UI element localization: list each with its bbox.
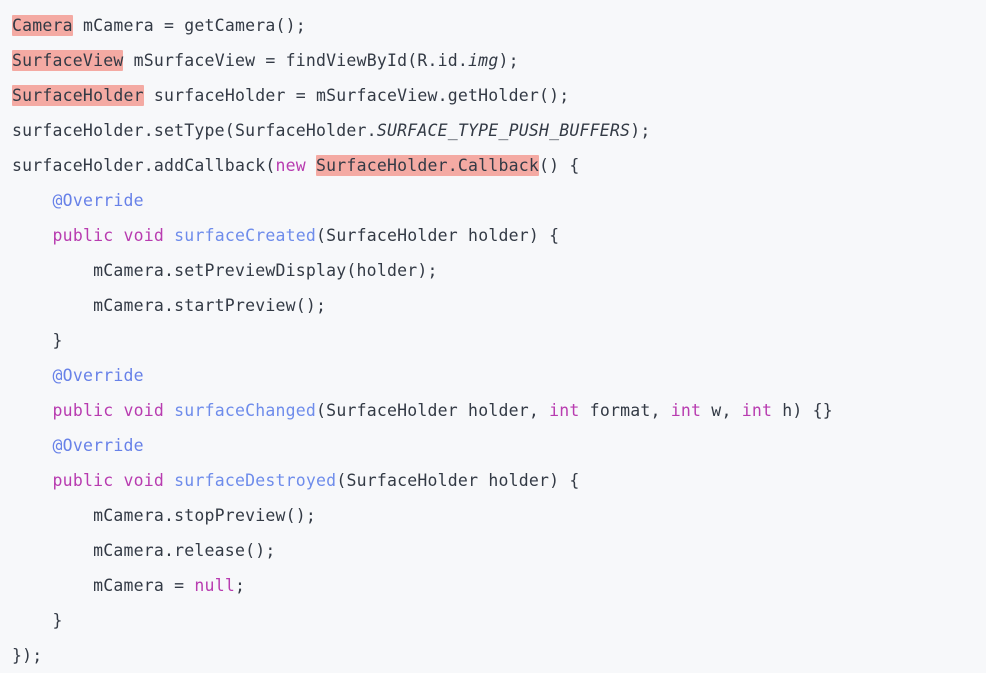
code-token: mCamera.setPreviewDisplay(holder); bbox=[12, 261, 438, 280]
code-token: int bbox=[670, 401, 702, 420]
code-line: surfaceHolder.setType(SurfaceHolder.SURF… bbox=[12, 113, 986, 148]
highlighted-token: SurfaceView bbox=[12, 50, 124, 71]
code-line: mCamera.setPreviewDisplay(holder); bbox=[12, 253, 986, 288]
code-token: img bbox=[468, 51, 499, 70]
code-line: surfaceHolder.addCallback(new SurfaceHol… bbox=[12, 148, 986, 183]
code-token: mCamera.startPreview(); bbox=[12, 296, 327, 315]
code-token: @Override bbox=[52, 436, 144, 455]
code-line: mCamera = null; bbox=[12, 568, 986, 603]
code-line: public void surfaceDestroyed(SurfaceHold… bbox=[12, 463, 986, 498]
code-token: surfaceDestroyed bbox=[174, 471, 337, 490]
code-token: @Override bbox=[52, 191, 144, 210]
code-line: mCamera.release(); bbox=[12, 533, 986, 568]
code-line: public void surfaceCreated(SurfaceHolder… bbox=[12, 218, 986, 253]
code-token: int bbox=[741, 401, 773, 420]
code-token: (SurfaceHolder holder) { bbox=[336, 471, 580, 490]
code-token: h) {} bbox=[772, 401, 833, 420]
code-token: (SurfaceHolder holder) { bbox=[316, 226, 560, 245]
code-token: @Override bbox=[52, 366, 144, 385]
code-token: surfaceCreated bbox=[174, 226, 317, 245]
code-snippet-block[interactable]: Camera mCamera = getCamera(); SurfaceView… bbox=[0, 0, 986, 665]
code-line: @Override bbox=[12, 358, 986, 393]
code-token: mSurfaceView = findViewById(R.id. bbox=[123, 51, 469, 70]
code-line: Camera mCamera = getCamera(); bbox=[12, 8, 986, 43]
code-token: (SurfaceHolder holder, bbox=[316, 401, 550, 420]
code-token: mCamera = getCamera(); bbox=[72, 16, 306, 35]
code-token: () { bbox=[538, 156, 580, 175]
code-token: mCamera.stopPreview(); bbox=[12, 506, 317, 525]
code-line: } bbox=[12, 323, 986, 358]
code-line: mCamera.startPreview(); bbox=[12, 288, 986, 323]
code-line: @Override bbox=[12, 183, 986, 218]
code-token: public void bbox=[52, 226, 165, 245]
code-token: int bbox=[549, 401, 580, 420]
code-token: surfaceHolder = mSurfaceView.getHolder()… bbox=[143, 86, 570, 105]
code-token: surfaceChanged bbox=[174, 401, 317, 420]
code-line: SurfaceHolder surfaceHolder = mSurfaceVi… bbox=[12, 78, 986, 113]
highlighted-token: Camera bbox=[12, 15, 73, 36]
code-line: @Override bbox=[12, 428, 986, 463]
code-line: } bbox=[12, 603, 986, 638]
code-line: SurfaceView mSurfaceView = findViewById(… bbox=[12, 43, 986, 78]
code-token: } bbox=[12, 331, 63, 350]
code-token: }); bbox=[12, 646, 43, 665]
code-line: }); bbox=[12, 638, 986, 673]
code-token: ; bbox=[234, 576, 246, 595]
code-token: w, bbox=[701, 401, 742, 420]
code-line: public void surfaceChanged(SurfaceHolder… bbox=[12, 393, 986, 428]
code-token: SURFACE_TYPE_PUSH_BUFFERS bbox=[376, 121, 631, 140]
code-token: } bbox=[12, 611, 63, 630]
code-token: ); bbox=[630, 121, 651, 140]
code-token: mCamera = bbox=[12, 576, 195, 595]
code-token: null bbox=[194, 576, 235, 595]
code-token: public void bbox=[52, 401, 165, 420]
code-line: mCamera.stopPreview(); bbox=[12, 498, 986, 533]
code-token: new bbox=[275, 156, 306, 175]
code-token: format, bbox=[579, 401, 671, 420]
code-token: ); bbox=[498, 51, 519, 70]
highlighted-token: SurfaceHolder bbox=[12, 85, 144, 106]
code-token: surfaceHolder.setType(SurfaceHolder. bbox=[12, 121, 377, 140]
highlighted-token: SurfaceHolder.Callback bbox=[316, 155, 539, 176]
code-token: surfaceHolder.addCallback( bbox=[12, 156, 276, 175]
code-token: public void bbox=[52, 471, 165, 490]
code-token: mCamera.release(); bbox=[12, 541, 276, 560]
